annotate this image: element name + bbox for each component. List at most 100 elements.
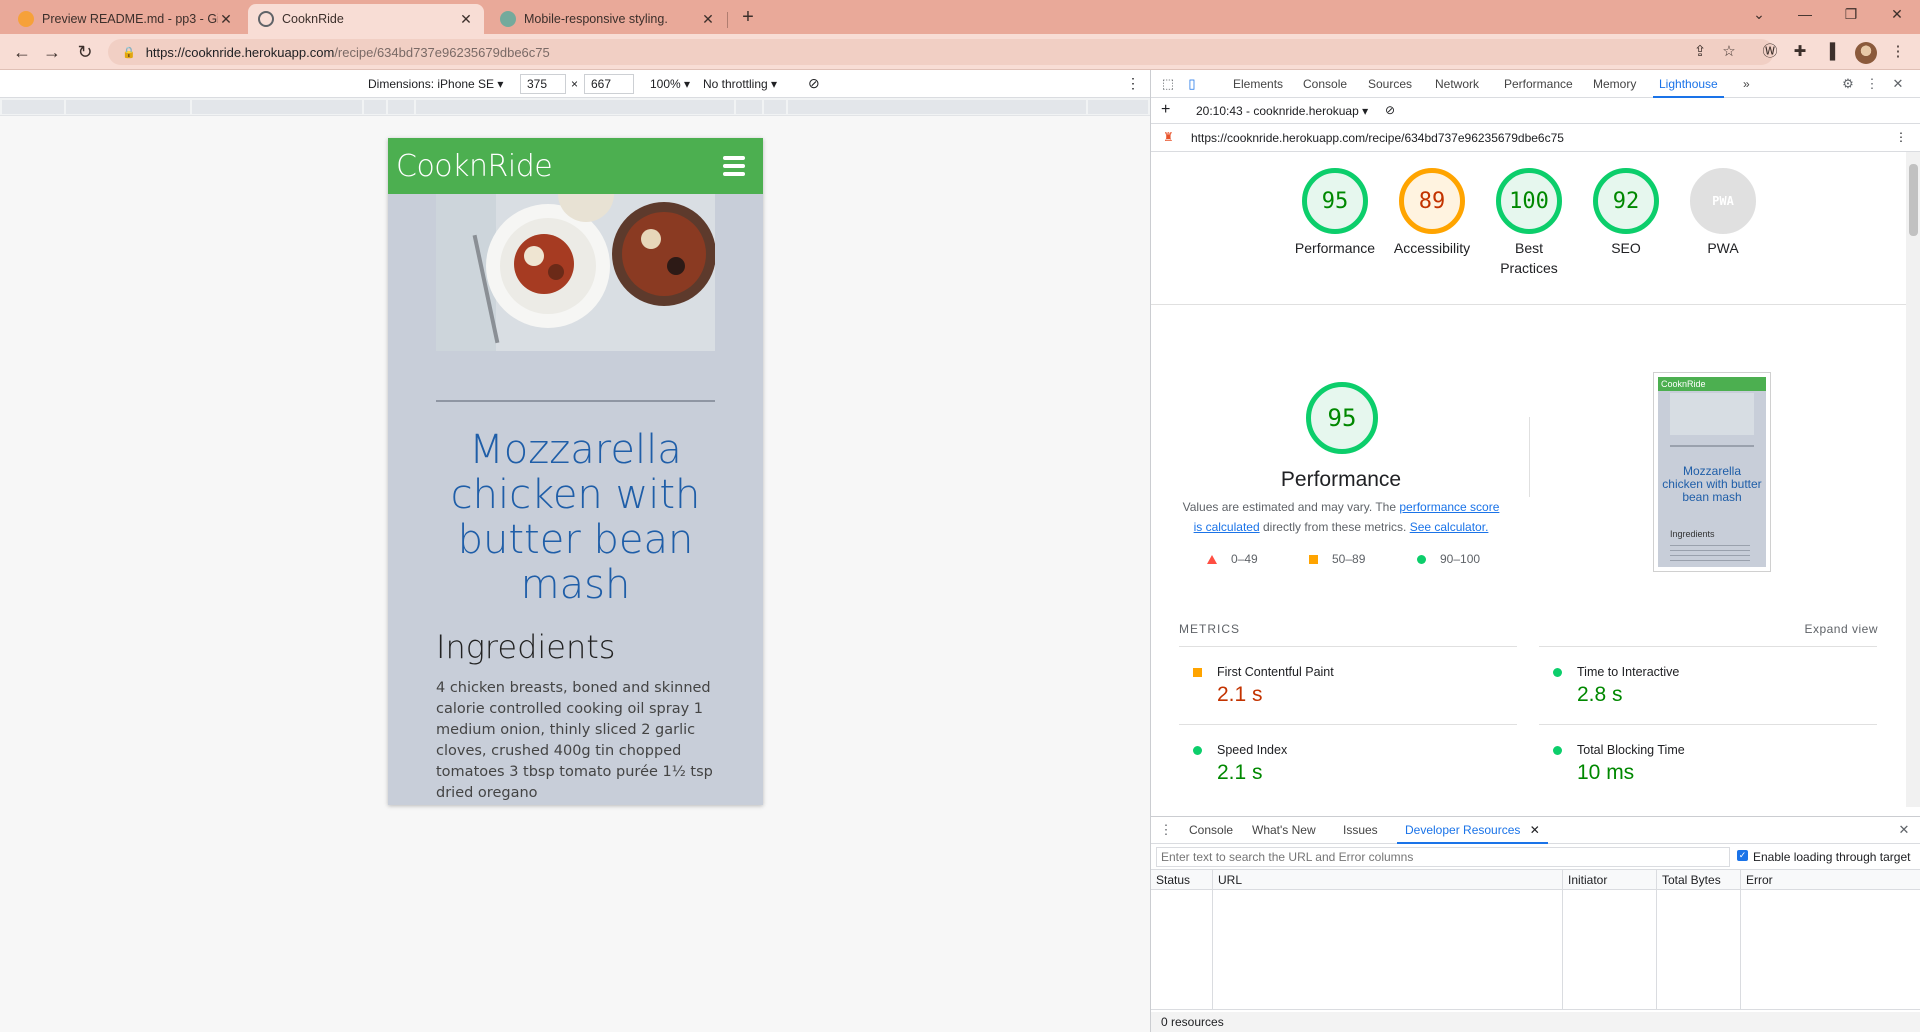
extensions-puzzle-icon[interactable]: ✚ [1790,42,1810,62]
site-brand[interactable]: CooknRide [396,149,553,184]
gauge-pwa[interactable]: PWA PWA [1673,168,1773,258]
column-header[interactable]: Initiator [1563,870,1656,890]
metrics-heading: METRICS [1179,622,1240,636]
tab-network[interactable]: Network [1435,70,1479,98]
expand-view-toggle[interactable]: Expand view [1804,622,1878,636]
report-url[interactable]: https://cooknride.herokuapp.com/recipe/6… [1191,131,1564,145]
drawer-tab-developer-resources[interactable]: Developer Resources ✕ [1397,817,1548,844]
close-drawer-icon[interactable]: ✕ [1895,821,1913,839]
device-dimensions-select[interactable]: Dimensions: iPhone SE ▾ [368,77,503,91]
thumb-navbar: CooknRide [1658,377,1766,391]
viewport-width-input[interactable] [520,74,566,94]
bookmark-star-icon[interactable]: ☆ [1719,42,1739,62]
url-path: /recipe/634bd737e96235679dbe6c75 [334,44,550,60]
resources-status-bar: 0 resources [1151,1012,1920,1032]
browser-tab-readme[interactable]: Preview README.md - pp3 - Gitp ✕ [8,4,244,34]
profile-avatar[interactable] [1855,42,1877,64]
viewport-height-input[interactable] [584,74,634,94]
close-window-button[interactable]: ✕ [1874,0,1920,30]
device-more-icon[interactable]: ⋮ [1126,75,1140,92]
gauge-label: SEO [1611,240,1641,256]
drawer-tab-issues[interactable]: Issues [1343,817,1378,844]
score-ring: 92 [1593,168,1659,234]
chrome-menu-icon[interactable]: ⋮ [1888,42,1908,62]
new-tab-button[interactable]: + [736,5,760,29]
column-header[interactable]: Total Bytes [1657,870,1740,890]
close-drawer-tab-icon[interactable]: ✕ [1530,823,1540,837]
browser-tab-strip: Preview README.md - pp3 - Gitp ✕ CooknRi… [0,0,1920,34]
extension-w-icon[interactable]: Ⓦ [1760,42,1780,62]
drawer-tabbar: ⋮ Console What's New Issues Developer Re… [1151,816,1920,844]
clear-reports-icon[interactable]: ⊘ [1385,103,1395,117]
enable-loading-checkbox[interactable]: ✓ [1737,850,1748,861]
tab-memory[interactable]: Memory [1593,70,1636,98]
tab-sources[interactable]: Sources [1368,70,1412,98]
drawer-tab-console[interactable]: Console [1189,817,1233,844]
new-report-icon[interactable]: + [1161,101,1170,119]
report-menu-icon[interactable]: ⋮ [1895,130,1907,144]
lighthouse-report-bar: + 20:10:43 - cooknride.herokuap ▾ ⊘ [1151,98,1920,124]
share-icon[interactable]: ⇪ [1690,42,1710,62]
tab-console[interactable]: Console [1303,70,1347,98]
close-devtools-icon[interactable]: ✕ [1889,75,1907,93]
side-panel-icon[interactable]: ▐ [1820,42,1840,62]
gauge-best-practices[interactable]: 100 Best Practices [1479,168,1579,278]
gauge-label: Best Practices [1500,240,1558,276]
circle-icon [1417,554,1426,564]
hamburger-menu-icon[interactable] [723,156,745,180]
inspect-element-icon[interactable]: ⬚ [1159,75,1177,93]
tab-title: Preview README.md - pp3 - Gitp [42,12,218,26]
gauge-seo[interactable]: 92 SEO [1576,168,1676,258]
pwa-badge-icon: PWA [1690,168,1756,234]
performance-description: Values are estimated and may vary. The p… [1182,500,1500,534]
gauge-performance[interactable]: 95 Performance [1285,168,1385,258]
close-tab-icon[interactable]: ✕ [218,11,234,28]
media-query-ruler [0,98,1150,116]
gauge-label: PWA [1707,240,1739,256]
resources-search-input[interactable] [1156,847,1730,867]
metric-tti: Time to Interactive 2.8 s [1539,646,1877,724]
device-toolbar: Dimensions: iPhone SE ▾ × 100% ▾ No thro… [0,70,1150,98]
column-header[interactable]: URL [1213,870,1562,890]
throttling-select[interactable]: No throttling ▾ [703,77,777,91]
score-ring: 95 [1302,168,1368,234]
rotate-icon[interactable]: ⊘ [808,75,820,92]
forward-button[interactable]: → [40,40,64,64]
report-selector[interactable]: 20:10:43 - cooknride.herokuap ▾ [1196,104,1368,118]
column-header[interactable]: Status [1151,870,1212,890]
close-tab-icon[interactable]: ✕ [458,11,474,28]
more-tabs-icon[interactable]: » [1743,70,1750,98]
devtools-menu-icon[interactable]: ⋮ [1863,75,1881,93]
square-icon [1309,554,1318,564]
tab-lighthouse[interactable]: Lighthouse [1653,70,1724,98]
column-url: URL [1213,870,1563,1010]
browser-toolbar: ← → ↻ 🔒 https://cooknride.herokuapp.com /… [0,34,1920,70]
browser-tab-cooknride[interactable]: CooknRide ✕ [248,4,484,34]
recipe-title: Mozzarella chicken with butter bean mash [450,427,701,608]
square-icon [1193,668,1202,677]
url-host: https://cooknride.herokuapp.com [145,44,335,60]
settings-gear-icon[interactable]: ⚙ [1839,75,1857,93]
zoom-select[interactable]: 100% ▾ [650,77,690,91]
tab-search-icon[interactable]: ⌄ [1736,0,1782,30]
minimize-button[interactable]: — [1782,0,1828,30]
gauge-accessibility[interactable]: 89 Accessibility [1382,168,1482,258]
device-toggle-icon[interactable]: ▯ [1183,75,1201,93]
report-scrollbar[interactable] [1906,152,1920,807]
browser-tab-chatgpt[interactable]: Mobile-responsive styling. ✕ [490,4,726,34]
see-calculator-link[interactable]: See calculator. [1410,520,1489,534]
chatgpt-favicon-icon [500,11,516,27]
reload-button[interactable]: ↻ [73,40,97,64]
drawer-menu-icon[interactable]: ⋮ [1157,821,1175,839]
metric-fcp: First Contentful Paint 2.1 s [1179,646,1517,724]
tab-elements[interactable]: Elements [1233,70,1283,98]
close-tab-icon[interactable]: ✕ [700,11,716,28]
final-screenshot-thumbnail[interactable]: CooknRide Mozzarella chicken with butter… [1653,372,1771,572]
lock-icon[interactable]: 🔒 [122,46,136,59]
address-bar[interactable]: 🔒 https://cooknride.herokuapp.com/recipe… [108,39,1774,65]
restore-button[interactable]: ❐ [1828,0,1874,30]
tab-performance[interactable]: Performance [1504,70,1573,98]
column-header[interactable]: Error [1741,870,1920,890]
back-button[interactable]: ← [10,40,34,64]
drawer-tab-whats-new[interactable]: What's New [1252,817,1316,844]
